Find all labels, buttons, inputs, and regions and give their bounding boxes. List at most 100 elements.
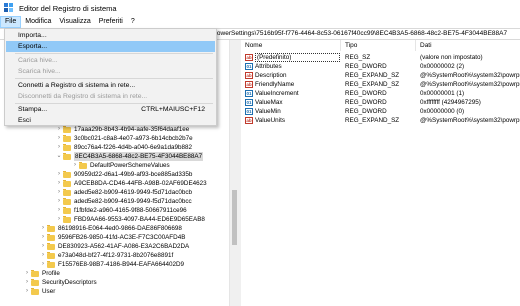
- value-type: REG_EXPAND_SZ: [345, 117, 400, 124]
- expand-chevron-right-icon[interactable]: ›: [56, 125, 62, 134]
- expand-chevron-right-icon[interactable]: ›: [56, 215, 62, 224]
- binary-value-icon: 01: [245, 108, 253, 115]
- column-header-data[interactable]: Dati: [416, 40, 520, 51]
- menu-help[interactable]: ?: [127, 16, 139, 28]
- value-row[interactable]: 01 ValueMax REG_DWORD 0xffffffff (429496729…: [241, 98, 520, 107]
- tree-node-label: DefaultPowerSchemeValues: [90, 162, 170, 169]
- string-value-icon: ab: [245, 72, 253, 79]
- menu-item-import[interactable]: Importa...: [6, 30, 215, 41]
- folder-icon: [63, 215, 71, 223]
- column-header-type[interactable]: Tipo: [341, 40, 416, 51]
- tree-node[interactable]: › Profile: [24, 269, 60, 278]
- menu-separator: [15, 53, 213, 54]
- expand-chevron-right-icon[interactable]: ›: [24, 269, 30, 278]
- menu-item-export[interactable]: Esporta...: [6, 41, 215, 52]
- tree-node[interactable]: › DE830923-A562-41AF-A086-E3A2C6BAD2DA: [40, 242, 189, 251]
- expand-chevron-right-icon[interactable]: ›: [40, 260, 46, 269]
- expand-chevron-right-icon[interactable]: ›: [24, 287, 30, 296]
- folder-icon: [47, 242, 55, 250]
- tree-node[interactable]: › F15576E8-98B7-4186-B944-EAFA664402D9: [40, 260, 184, 269]
- menu-separator: [15, 78, 213, 79]
- value-name: Attributes: [255, 63, 282, 70]
- menu-file[interactable]: File: [0, 16, 22, 28]
- value-data: 0x00000001 (1): [420, 90, 465, 97]
- tree-node[interactable]: › 89cc76a4-f226-4d4b-a040-6e9a1da9b882: [56, 143, 192, 152]
- value-name: ValueUnits: [255, 117, 285, 124]
- menu-visualizza[interactable]: Visualizza: [55, 16, 94, 28]
- tree-node-label: aded5e82-b909-4619-9949-f5d71dac0bcb: [74, 189, 192, 196]
- tree-node[interactable]: › 86198916-E064-4ed0-9866-DAE86F806698: [40, 224, 182, 233]
- menu-preferiti[interactable]: Preferiti: [95, 16, 127, 28]
- menu-item-label: Esci: [18, 117, 31, 124]
- value-row[interactable]: 01 Attributes REG_DWORD 0x00000002 (2): [241, 62, 520, 71]
- value-row[interactable]: 01 ValueIncrement REG_DWORD 0x00000001 (1): [241, 89, 520, 98]
- tree-node-label: 3c0bc021-c8a8-4e07-a973-6b14cbcb2b7e: [74, 135, 193, 142]
- tree-node-label: DE830923-A562-41AF-A086-E3A2C6BAD2DA: [58, 243, 190, 250]
- tree-node[interactable]: › SecurityDescriptors: [24, 278, 97, 287]
- expand-chevron-right-icon[interactable]: ›: [40, 251, 46, 260]
- expand-chevron-right-icon[interactable]: ›: [56, 197, 62, 206]
- expand-chevron-right-icon[interactable]: ›: [40, 224, 46, 233]
- folder-icon: [31, 287, 39, 295]
- address-path: er\PowerSettings\7516b95f-f776-4464-8c53…: [205, 30, 508, 37]
- values-pane[interactable]: Nome Tipo Dati ab (Predefinito) REG_SZ (val…: [241, 40, 520, 306]
- value-row[interactable]: ab (Predefinito) REG_SZ (valore non imposta…: [241, 53, 520, 62]
- expand-chevron-right-icon[interactable]: ›: [56, 143, 62, 152]
- menu-item-label: Esporta...: [18, 43, 48, 50]
- value-row[interactable]: ab Description REG_EXPAND_SZ @%SystemRoot%\…: [241, 71, 520, 80]
- tree-node-label: 17aaa29b-8b43-4b94-aafe-35f64daaf1ee: [74, 126, 190, 133]
- menu-item-label: Stampa...: [18, 106, 48, 113]
- folder-icon: [63, 206, 71, 214]
- tree-node[interactable]: › e73a048d-bf27-4f12-9731-8b2076e8891f: [40, 251, 173, 260]
- tree-node[interactable]: › aded5e82-b909-4619-9949-f5d71dac0bcc: [56, 197, 192, 206]
- expand-chevron-right-icon[interactable]: ›: [40, 233, 46, 242]
- menu-item-connect-network-registry[interactable]: Connetti a Registro di sistema in rete..…: [6, 80, 215, 91]
- tree-node[interactable]: › 90959d22-d6a1-49b9-af93-bce885ad335b: [56, 170, 192, 179]
- tree-node-label: Profile: [42, 270, 60, 277]
- file-dropdown-menu: Importa... Esporta... Carica hive... Sca…: [4, 28, 217, 126]
- tree-node[interactable]: › FBD9AA66-9553-4097-BA44-ED6E9D65EAB8: [56, 215, 205, 224]
- expand-chevron-right-icon[interactable]: ›: [56, 170, 62, 179]
- value-name: ValueIncrement: [255, 90, 299, 97]
- value-type: REG_DWORD: [345, 90, 387, 97]
- tree-node[interactable]: › User: [24, 287, 55, 296]
- value-type: REG_EXPAND_SZ: [345, 72, 400, 79]
- menu-item-print[interactable]: Stampa... CTRL+MAIUSC+F12: [6, 104, 215, 115]
- expand-chevron-right-icon[interactable]: ›: [56, 188, 62, 197]
- menu-modifica[interactable]: Modifica: [21, 16, 55, 28]
- value-row[interactable]: 01 ValueMin REG_DWORD 0x00000000 (0): [241, 107, 520, 116]
- tree-node[interactable]: › 17aaa29b-8b43-4b94-aafe-35f64daaf1ee: [56, 125, 189, 134]
- value-name: (Predefinito): [255, 53, 340, 62]
- tree-node[interactable]: › f1fbfde2-a960-4165-9f88-50667911ce96: [56, 206, 187, 215]
- tree-node-label: F15576E8-98B7-4186-B944-EAFA664402D9: [58, 261, 185, 268]
- expand-chevron-right-icon[interactable]: ›: [56, 206, 62, 215]
- value-data: 0x00000002 (2): [420, 63, 465, 70]
- menu-item-unload-hive: Scarica hive...: [6, 66, 215, 77]
- tree-node[interactable]: › aded5e82-b909-4619-9949-f5d71dac0bcb: [56, 188, 192, 197]
- expand-chevron-right-icon[interactable]: ›: [24, 278, 30, 287]
- tree-node[interactable]: › 3c0bc021-c8a8-4e07-a973-6b14cbcb2b7e: [56, 134, 193, 143]
- tree-node-label: 89cc76a4-f226-4d4b-a040-6e9a1da9b882: [74, 144, 192, 151]
- folder-icon: [31, 278, 39, 286]
- expand-chevron-right-icon[interactable]: ›: [40, 242, 46, 251]
- expand-chevron-right-icon[interactable]: ›: [56, 134, 62, 143]
- expand-chevron-right-icon[interactable]: ›: [56, 179, 62, 188]
- tree-node-label: 90959d22-d6a1-49b9-af93-bce885ad335b: [74, 171, 193, 178]
- tree-node[interactable]: ⌄ 8EC4B3A5-6868-48c2-BE75-4F3044BE88A7: [56, 152, 204, 161]
- tree-node[interactable]: › DefaultPowerSchemeValues: [72, 161, 170, 170]
- tree-node[interactable]: › A9CEB8DA-CD46-44FB-A98B-02AF69DE4623: [56, 179, 207, 188]
- tree-scrollbar[interactable]: [229, 40, 238, 306]
- expand-chevron-down-icon[interactable]: ⌄: [56, 152, 62, 161]
- menu-item-exit[interactable]: Esci: [6, 115, 215, 126]
- value-data: @%SystemRoot%\system32\powrprof: [420, 72, 520, 79]
- menu-item-label: Connetti a Registro di sistema in rete..…: [18, 82, 136, 89]
- tree-scrollbar-thumb[interactable]: [232, 190, 237, 245]
- expand-chevron-right-icon[interactable]: ›: [72, 161, 78, 170]
- value-row[interactable]: ab ValueUnits REG_EXPAND_SZ @%SystemRoot%\s…: [241, 116, 520, 125]
- value-name: ValueMax: [255, 99, 283, 106]
- column-header-name[interactable]: Nome: [241, 40, 341, 51]
- value-row[interactable]: ab FriendlyName REG_EXPAND_SZ @%SystemRoot%…: [241, 80, 520, 89]
- binary-value-icon: 01: [245, 63, 253, 70]
- folder-icon: [63, 188, 71, 196]
- tree-node[interactable]: › 9596FB26-9850-41fd-AC3E-F7C3C00AFD4B: [40, 233, 185, 242]
